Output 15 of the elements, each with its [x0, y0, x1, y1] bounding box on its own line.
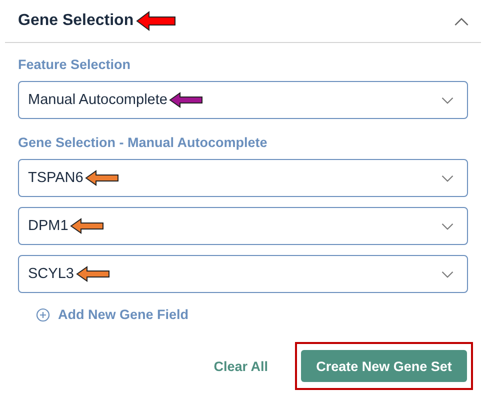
chevron-icon [441, 96, 454, 104]
field-label: Gene Selection - Manual Autocomplete [18, 135, 268, 150]
chevron-icon [441, 222, 454, 230]
panel-title: Gene Selection [18, 12, 134, 30]
dropdown-field[interactable]: TSPAN6 [18, 159, 468, 197]
chevron-icon[interactable] [454, 16, 469, 26]
chevron-icon [441, 270, 454, 278]
add-icon[interactable] [36, 308, 50, 322]
dropdown-field[interactable]: SCYL3 [18, 255, 468, 293]
create-gene-set-button[interactable]: Create New Gene Set [301, 350, 467, 382]
field-label: Feature Selection [18, 57, 132, 72]
chevron-icon [441, 174, 454, 182]
dropdown-field[interactable]: DPM1 [18, 207, 468, 245]
dropdown-field[interactable]: Manual Autocomplete [18, 81, 468, 119]
clear-all-button[interactable]: Clear All [214, 358, 268, 374]
